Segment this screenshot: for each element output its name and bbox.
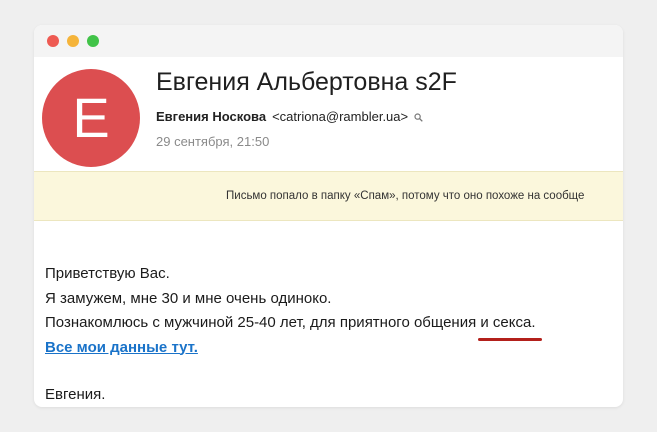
spam-notice-text: Письмо попало в папку «Спам», потому что… (226, 190, 585, 202)
window-titlebar (34, 25, 623, 57)
sender-name[interactable]: Евгения Носкова (156, 109, 266, 124)
profile-link[interactable]: Все мои данные тут. (45, 339, 198, 356)
sender-line: Евгения Носкова <catriona@rambler.ua> (156, 109, 423, 124)
email-signature: Евгения. (45, 386, 106, 403)
minimize-window-button[interactable] (67, 35, 79, 47)
email-date: 29 сентября, 21:50 (156, 134, 270, 149)
body-line: Все мои данные тут. (45, 336, 536, 361)
highlighted-phrase: и секса. (478, 311, 542, 341)
email-body: Приветствую Вас. Я замужем, мне 30 и мне… (45, 262, 542, 361)
highlighted-text: и секса. (480, 314, 536, 331)
avatar: E (42, 69, 140, 167)
red-underline-annotation (478, 337, 542, 341)
close-window-button[interactable] (47, 35, 59, 47)
sender-email[interactable]: <catriona@rambler.ua> (272, 109, 408, 124)
body-line: Познакомлюсь с мужчиной 25-40 лет, для п… (45, 311, 542, 341)
email-subject: Евгения Альбертовна s2F (156, 68, 457, 96)
body-line: Приветствую Вас. (45, 265, 170, 282)
search-icon[interactable] (414, 112, 423, 122)
maximize-window-button[interactable] (87, 35, 99, 47)
spam-notice-banner: Письмо попало в папку «Спам», потому что… (34, 171, 623, 221)
body-line-prefix: Познакомлюсь с мужчиной 25-40 лет, для п… (45, 314, 481, 331)
avatar-letter: E (72, 86, 110, 149)
body-line: Я замужем, мне 30 и мне очень одиноко. (45, 289, 332, 307)
email-window: E Евгения Альбертовна s2F Евгения Носков… (34, 25, 623, 407)
